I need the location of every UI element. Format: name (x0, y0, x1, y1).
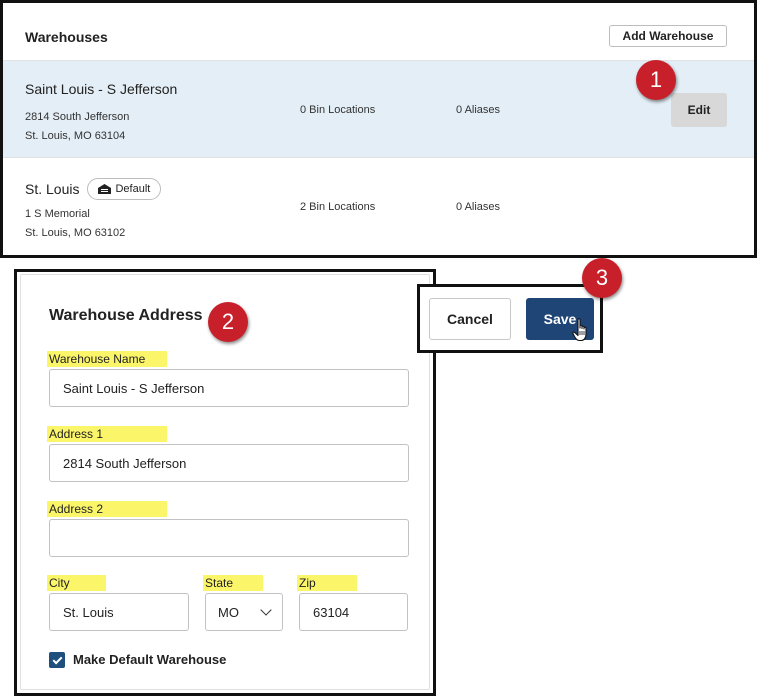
cancel-button[interactable]: Cancel (429, 298, 511, 340)
warehouse-address-line2: St. Louis, MO 63102 (25, 227, 126, 239)
make-default-checkbox[interactable] (49, 652, 65, 668)
city-input[interactable] (49, 593, 189, 631)
warehouses-header: Warehouses Add Warehouse (3, 3, 754, 61)
step-marker-3: 3 (582, 258, 622, 298)
step-marker-2: 2 (208, 302, 248, 342)
hand-cursor-icon (572, 318, 587, 342)
warehouse-name-text: Saint Louis - S Jefferson (25, 81, 178, 97)
warehouse-address-line1: 1 S Memorial (25, 208, 90, 220)
state-select[interactable]: MO (205, 593, 283, 631)
aliases-count: 0 Aliases (456, 104, 501, 116)
city-label: City (47, 575, 106, 591)
address2-label: Address 2 (47, 501, 167, 517)
zip-label: Zip (297, 575, 357, 591)
default-badge: Default (87, 178, 162, 200)
default-badge-label: Default (115, 183, 151, 195)
address1-label: Address 1 (47, 426, 167, 442)
checkmark-icon (52, 654, 62, 664)
warehouse-address-line2: St. Louis, MO 63104 (25, 130, 126, 142)
warehouse-name-input[interactable] (49, 369, 409, 407)
warehouse-name: Saint Louis - S Jefferson (25, 81, 177, 97)
edit-warehouse-button[interactable]: Edit (671, 93, 727, 127)
aliases-count: 0 Aliases (456, 201, 501, 213)
address2-input[interactable] (49, 519, 409, 557)
warehouse-name: St. Louis Default (25, 178, 162, 200)
warehouse-icon (98, 184, 112, 194)
make-default-label[interactable]: Make Default Warehouse (73, 652, 226, 667)
bin-locations-count: 2 Bin Locations (300, 201, 376, 213)
warehouse-name-text: St. Louis (25, 181, 80, 197)
warehouse-address-line1: 2814 South Jefferson (25, 111, 130, 123)
state-label: State (203, 575, 263, 591)
warehouse-row-st-louis[interactable]: St. Louis Default 1 S Memorial St. Louis… (3, 158, 754, 255)
zip-input[interactable] (299, 593, 408, 631)
chevron-down-icon (260, 604, 272, 616)
bin-locations-count: 0 Bin Locations (300, 104, 376, 116)
add-warehouse-button[interactable]: Add Warehouse (609, 25, 727, 47)
state-select-value: MO (218, 604, 239, 620)
address1-input[interactable] (49, 444, 409, 482)
step-marker-1: 1 (636, 60, 676, 100)
warehouses-panel: Warehouses Add Warehouse Saint Louis - S… (0, 0, 757, 258)
form-title: Warehouse Address (49, 307, 203, 324)
screenshot-root: Warehouses Add Warehouse Saint Louis - S… (0, 0, 760, 700)
warehouse-name-label: Warehouse Name (47, 351, 167, 367)
warehouses-title: Warehouses (25, 29, 108, 45)
